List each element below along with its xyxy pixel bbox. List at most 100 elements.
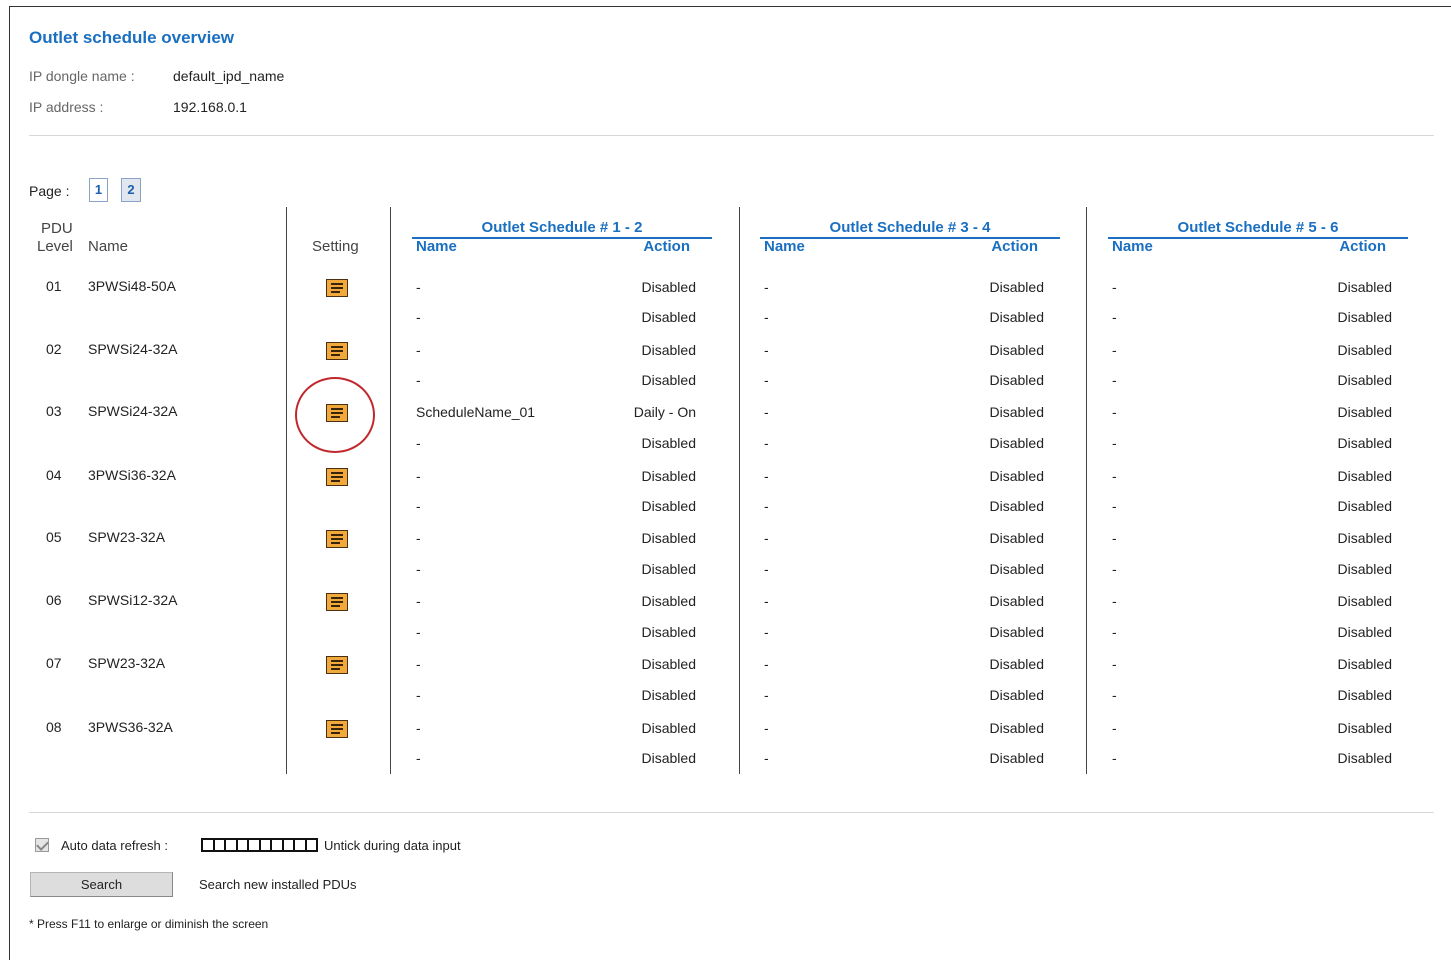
setting-header: Setting <box>312 238 359 255</box>
schedule-settings-icon[interactable] <box>326 656 348 674</box>
pdu-header: PDU <box>41 220 73 237</box>
schedule-name-cell: - <box>416 468 421 484</box>
schedule-action-header: Action <box>991 238 1038 255</box>
schedule-action-cell: Disabled <box>1337 342 1392 358</box>
page-label: Page : <box>29 183 70 199</box>
dongle-name-label: IP dongle name : <box>29 68 135 84</box>
schedule-name-cell: - <box>1112 279 1117 295</box>
schedule-settings-icon[interactable] <box>326 593 348 611</box>
schedule-name-cell: - <box>1112 530 1117 546</box>
schedule-group-header: Outlet Schedule # 3 - 4 <box>829 219 991 236</box>
schedule-action-cell: Disabled <box>641 530 696 546</box>
auto-refresh-label: Auto data refresh : <box>61 838 168 853</box>
pdu-name: SPWSi12-32A <box>88 592 178 608</box>
schedule-name-cell: - <box>416 342 421 358</box>
highlight-circle <box>295 377 375 453</box>
pdu-name: SPWSi24-32A <box>88 341 178 357</box>
schedule-name-cell: - <box>1112 435 1117 451</box>
schedule-action-cell: Disabled <box>989 404 1044 420</box>
schedule-name-cell: - <box>416 624 421 640</box>
schedule-action-cell: Disabled <box>989 372 1044 388</box>
schedule-action-cell: Disabled <box>641 468 696 484</box>
schedule-action-cell: Disabled <box>989 750 1044 766</box>
schedule-name-cell: - <box>1112 309 1117 325</box>
schedule-name-cell: - <box>1112 624 1117 640</box>
schedule-name-cell: - <box>764 687 769 703</box>
schedule-settings-icon[interactable] <box>326 530 348 548</box>
schedule-action-cell: Disabled <box>1337 372 1392 388</box>
page-title: Outlet schedule overview <box>29 28 235 47</box>
schedule-action-cell: Disabled <box>1337 720 1392 736</box>
pdu-level: 01 <box>46 278 62 294</box>
schedule-action-cell: Disabled <box>641 279 696 295</box>
column-divider <box>390 207 391 774</box>
schedule-action-cell: Disabled <box>989 435 1044 451</box>
ip-address-value: 192.168.0.1 <box>173 99 247 115</box>
schedule-action-cell: Disabled <box>641 687 696 703</box>
pdu-level: 04 <box>46 467 62 483</box>
schedule-action-cell: Disabled <box>1337 468 1392 484</box>
schedule-action-cell: Disabled <box>1337 404 1392 420</box>
pdu-level: 02 <box>46 341 62 357</box>
schedule-name-cell: - <box>764 720 769 736</box>
pdu-level: 05 <box>46 529 62 545</box>
schedule-action-cell: Disabled <box>1337 309 1392 325</box>
schedule-name-cell: - <box>1112 593 1117 609</box>
schedule-group-header: Outlet Schedule # 1 - 2 <box>481 219 643 236</box>
schedule-settings-icon[interactable] <box>326 468 348 486</box>
search-note: Search new installed PDUs <box>199 877 357 892</box>
schedule-name-cell: - <box>764 468 769 484</box>
schedule-name-header: Name <box>764 238 805 255</box>
column-divider <box>739 207 740 774</box>
schedule-name-cell: - <box>764 624 769 640</box>
schedule-name-cell: - <box>1112 561 1117 577</box>
schedule-action-cell: Disabled <box>989 656 1044 672</box>
search-button[interactable]: Search <box>30 872 173 897</box>
untick-note: Untick during data input <box>324 838 461 853</box>
schedule-name-cell: - <box>416 530 421 546</box>
schedule-name-cell: - <box>764 279 769 295</box>
schedule-action-cell: Disabled <box>641 561 696 577</box>
schedule-name-cell: - <box>416 750 421 766</box>
pdu-name: 3PWS36-32A <box>88 719 173 735</box>
schedule-action-cell: Disabled <box>1337 656 1392 672</box>
schedule-settings-icon[interactable] <box>326 279 348 297</box>
pdu-name: 3PWSi36-32A <box>88 467 176 483</box>
name-header: Name <box>88 238 129 255</box>
schedule-name-cell: - <box>764 530 769 546</box>
auto-refresh-checkbox[interactable] <box>35 838 49 852</box>
schedule-name-cell: - <box>1112 750 1117 766</box>
schedule-name-cell: - <box>416 561 421 577</box>
schedule-action-cell: Disabled <box>989 498 1044 514</box>
page-link-2[interactable]: 2 <box>121 178 141 202</box>
schedule-name-cell: - <box>764 750 769 766</box>
schedule-name-cell: - <box>416 720 421 736</box>
pdu-name: SPWSi24-32A <box>88 403 178 419</box>
schedule-action-cell: Disabled <box>1337 530 1392 546</box>
page-link-1[interactable]: 1 <box>89 178 108 202</box>
footer-divider <box>29 812 1434 813</box>
schedule-name-cell: - <box>764 342 769 358</box>
level-header: Level <box>37 238 73 255</box>
schedule-name-cell: - <box>764 498 769 514</box>
schedule-action-cell: Disabled <box>989 279 1044 295</box>
schedule-action-header: Action <box>1339 238 1386 255</box>
page-frame <box>9 6 1451 960</box>
schedule-name-cell: - <box>1112 687 1117 703</box>
ip-address-label: IP address : <box>29 99 104 115</box>
schedule-action-cell: Disabled <box>989 593 1044 609</box>
schedule-action-cell: Disabled <box>989 624 1044 640</box>
schedule-name-cell: - <box>416 656 421 672</box>
schedule-action-cell: Disabled <box>641 309 696 325</box>
schedule-action-cell: Disabled <box>1337 498 1392 514</box>
schedule-settings-icon[interactable] <box>326 342 348 360</box>
pdu-level: 03 <box>46 403 62 419</box>
schedule-settings-icon[interactable] <box>326 720 348 738</box>
schedule-name-cell: - <box>1112 498 1117 514</box>
schedule-action-cell: Daily - On <box>633 404 696 420</box>
schedule-action-cell: Disabled <box>1337 687 1392 703</box>
schedule-action-cell: Disabled <box>641 656 696 672</box>
schedule-action-cell: Disabled <box>989 687 1044 703</box>
schedule-action-cell: Disabled <box>641 498 696 514</box>
schedule-action-cell: Disabled <box>1337 435 1392 451</box>
